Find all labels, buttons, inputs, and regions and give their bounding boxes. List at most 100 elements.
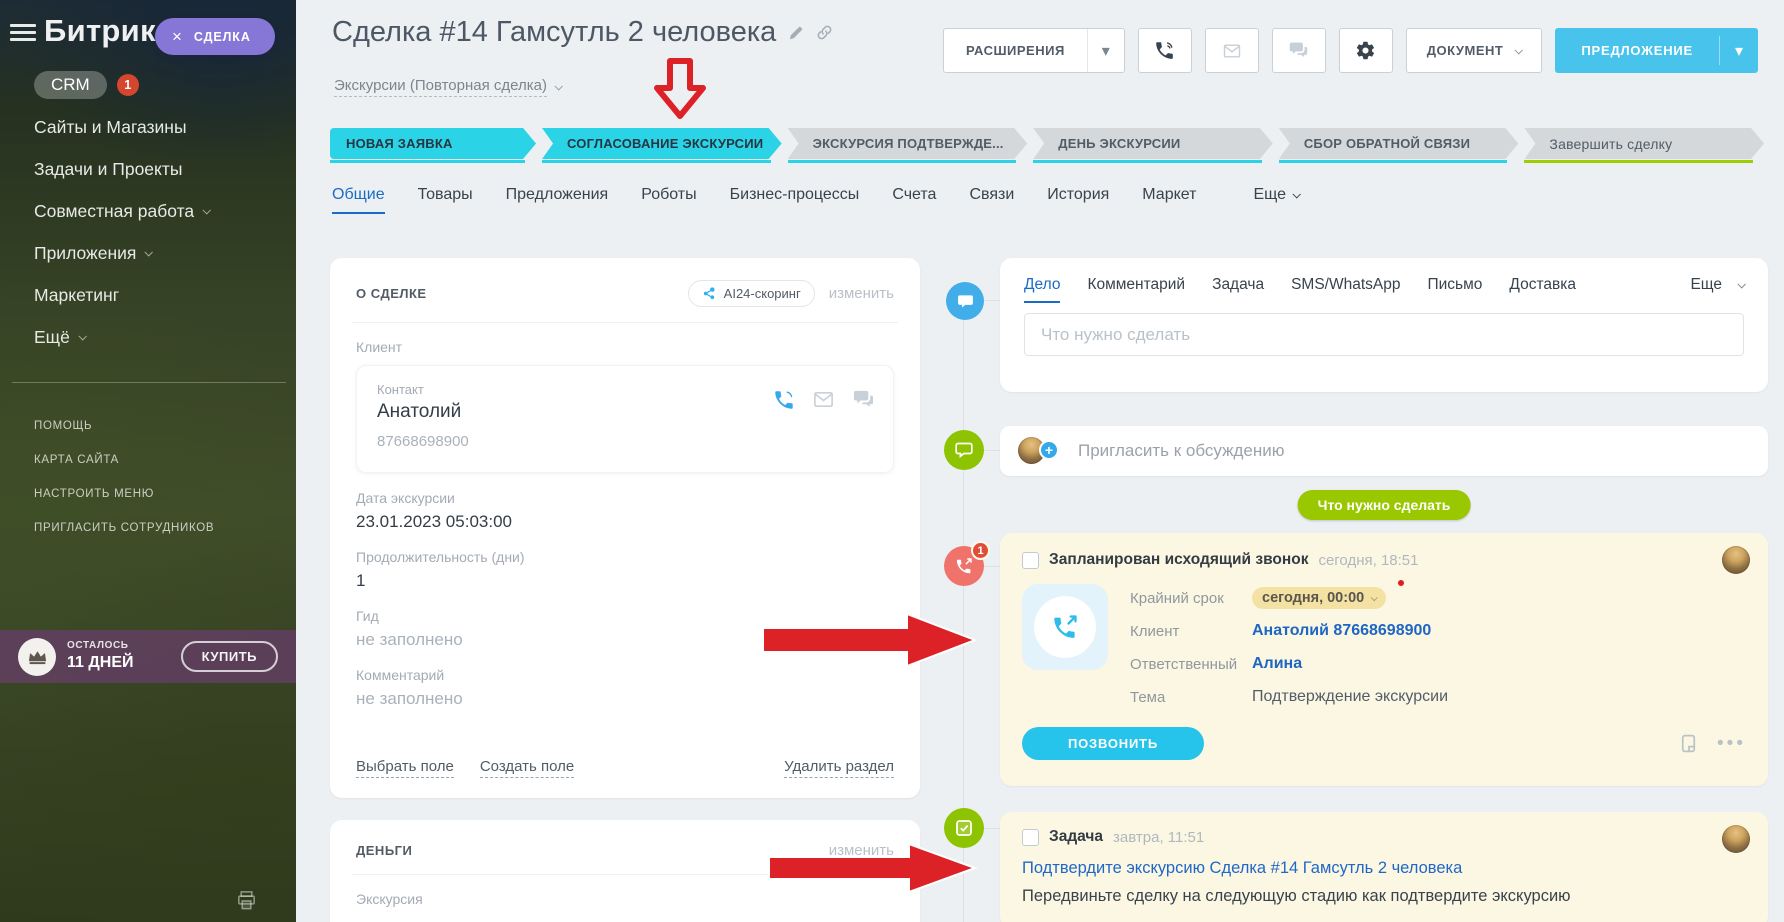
mail-icon[interactable]: [812, 388, 835, 411]
close-icon[interactable]: ×: [172, 28, 183, 45]
settings-button-toolbar[interactable]: [1338, 28, 1393, 73]
chevron-down-icon: [78, 332, 87, 341]
tab-bizproc[interactable]: Бизнес-процессы: [730, 186, 860, 204]
excursion-field-label: Экскурсия: [356, 891, 423, 907]
responsible-link[interactable]: Алина: [1252, 655, 1302, 673]
field-date-value[interactable]: 23.01.2023 05:03:00: [356, 512, 894, 532]
ai-scoring-pill[interactable]: AI24-скоринг: [687, 280, 815, 307]
tab-links[interactable]: Связи: [969, 186, 1014, 204]
contact-phone[interactable]: 87668698900: [377, 433, 873, 450]
field-guide-value[interactable]: не заполнено: [356, 630, 894, 650]
note-icon[interactable]: [1678, 733, 1699, 754]
call-checkbox[interactable]: [1022, 551, 1039, 569]
activity-tab-email[interactable]: Письмо: [1428, 276, 1483, 294]
chevron-down-icon[interactable]: ▾: [1720, 28, 1758, 73]
copy-link-icon[interactable]: [816, 24, 833, 41]
tab-market[interactable]: Маркет: [1142, 186, 1196, 204]
activity-tab-task[interactable]: Задача: [1212, 276, 1264, 294]
document-button[interactable]: ДОКУМЕНТ: [1405, 28, 1543, 73]
todo-input[interactable]: [1024, 313, 1744, 356]
field-duration: Продолжительность (дни) 1: [356, 549, 894, 591]
license-banner: ОСТАЛОСЬ 11 ДНЕЙ КУПИТЬ: [0, 630, 296, 683]
deal-slider-pill[interactable]: × СДЕЛКА: [155, 18, 275, 55]
chevron-down-icon: [1514, 45, 1524, 55]
sidebar-item-apps[interactable]: Приложения: [34, 240, 209, 266]
client-link[interactable]: Анатолий 87668698900: [1252, 622, 1431, 640]
contact-card[interactable]: Контакт Анатолий 87668698900: [356, 365, 894, 473]
sidebar-item-crm[interactable]: CRM 1: [34, 71, 209, 99]
activity-tab-comment[interactable]: Комментарий: [1087, 276, 1185, 294]
stage-excursion-day[interactable]: ДЕНЬ ЭКСКУРСИИ: [1033, 128, 1273, 163]
tab-products[interactable]: Товары: [418, 186, 473, 204]
task-icon[interactable]: [944, 808, 984, 848]
funnel-selector[interactable]: Экскурсии (Повторная сделка): [334, 77, 563, 97]
stage-confirmed[interactable]: ЭКСКУРСИЯ ПОДТВЕРЖДЕ...: [787, 128, 1028, 163]
edit-deal-link[interactable]: изменить: [829, 285, 894, 302]
sidebar-divider: [12, 382, 286, 383]
deadline-pill[interactable]: сегодня, 00:00: [1252, 587, 1387, 609]
toolbar: РАСШИРЕНИЯ ▾ ДОКУМЕНТ ПРЕДЛОЖЕНИЕ ▾: [942, 28, 1758, 73]
sidebar-item-more[interactable]: Ещё: [34, 324, 209, 350]
activity-form-card: Дело Комментарий Задача SMS/WhatsApp Пис…: [1000, 258, 1768, 392]
outgoing-call-icon: [1054, 615, 1077, 638]
sidebar-item-sites[interactable]: Сайты и Магазины: [34, 114, 209, 140]
proposal-button[interactable]: ПРЕДЛОЖЕНИЕ ▾: [1555, 28, 1758, 73]
deal-tabs: Общие Товары Предложения Роботы Бизнес-п…: [332, 186, 1301, 214]
stage-close-deal[interactable]: Завершить сделку: [1524, 128, 1764, 163]
field-duration-value[interactable]: 1: [356, 571, 894, 591]
invite-employees-link[interactable]: ПРИГЛАСИТЬ СОТРУДНИКОВ: [34, 522, 214, 534]
discussion-icon[interactable]: [944, 430, 984, 470]
sidebar-item-marketing[interactable]: Маркетинг: [34, 282, 209, 308]
tab-more[interactable]: Еще: [1253, 186, 1301, 204]
avatar[interactable]: [1722, 825, 1750, 853]
field-guide: Гид не заполнено: [356, 608, 894, 650]
sidebar-item-tasks[interactable]: Задачи и Проекты: [34, 156, 209, 182]
edit-title-pencil-icon[interactable]: [788, 25, 804, 41]
stage-approval[interactable]: СОГЛАСОВАНИЕ ЭКСКУРСИИ: [542, 128, 782, 163]
tab-quotes[interactable]: Предложения: [506, 186, 609, 204]
email-button-toolbar[interactable]: [1204, 28, 1259, 73]
call-button-toolbar[interactable]: [1137, 28, 1192, 73]
activity-tab-delivery[interactable]: Доставка: [1509, 276, 1576, 294]
tab-general[interactable]: Общие: [332, 186, 385, 214]
help-link[interactable]: ПОМОЩЬ: [34, 420, 214, 432]
mail-icon: [1223, 43, 1241, 58]
call-now-button[interactable]: ПОЗВОНИТЬ: [1022, 727, 1204, 760]
chevron-down-icon: [554, 82, 563, 91]
sitemap-link[interactable]: КАРТА САЙТА: [34, 454, 214, 466]
hamburger-menu-icon[interactable]: [10, 24, 36, 44]
printer-icon[interactable]: [235, 889, 258, 917]
edit-money-link[interactable]: изменить: [829, 842, 894, 859]
avatar[interactable]: [1722, 546, 1750, 574]
money-card: ДЕНЬГИ изменить Экскурсия: [330, 820, 920, 922]
planned-call-card: Запланирован исходящий звонок сегодня, 1…: [1000, 533, 1768, 786]
task-checkbox[interactable]: [1022, 828, 1039, 846]
sidebar-item-collab[interactable]: Совместная работа: [34, 198, 212, 224]
activity-tab-deal[interactable]: Дело: [1024, 276, 1061, 303]
chevron-down-icon[interactable]: ▾: [1088, 41, 1124, 61]
call-counter-badge: 1: [971, 541, 990, 560]
buy-button[interactable]: КУПИТЬ: [180, 641, 278, 672]
create-field-link[interactable]: Создать поле: [479, 758, 575, 778]
activity-tab-sms[interactable]: SMS/WhatsApp: [1291, 276, 1400, 294]
stage-feedback[interactable]: СБОР ОБРАТНОЙ СВЯЗИ: [1278, 128, 1519, 163]
phone-icon[interactable]: [773, 389, 795, 411]
extensions-button[interactable]: РАСШИРЕНИЯ ▾: [942, 28, 1125, 73]
field-comment-value[interactable]: не заполнено: [356, 689, 894, 709]
tab-history[interactable]: История: [1047, 186, 1109, 204]
activity-tab-more[interactable]: Еще: [1690, 276, 1746, 294]
stage-new-request[interactable]: НОВАЯ ЗАЯВКА: [330, 128, 536, 163]
chat-button-toolbar[interactable]: [1271, 28, 1326, 73]
chat-icon[interactable]: [852, 388, 875, 411]
planned-call-icon[interactable]: 1: [944, 541, 990, 586]
tab-invoices[interactable]: Счета: [892, 186, 936, 204]
plus-icon[interactable]: +: [1039, 440, 1059, 460]
configure-menu-link[interactable]: НАСТРОИТЬ МЕНЮ: [34, 488, 214, 500]
tab-robots[interactable]: Роботы: [641, 186, 696, 204]
task-link[interactable]: Подтвердите экскурсию Сделка #14 Гамсутл…: [1022, 859, 1746, 878]
responsible-label: Ответственный: [1130, 655, 1238, 673]
activity-comment-icon[interactable]: [946, 282, 984, 320]
select-field-link[interactable]: Выбрать поле: [356, 758, 454, 778]
delete-section-link[interactable]: Удалить раздел: [784, 758, 894, 778]
invite-discussion-row[interactable]: + Пригласить к обсуждению: [1000, 426, 1768, 476]
